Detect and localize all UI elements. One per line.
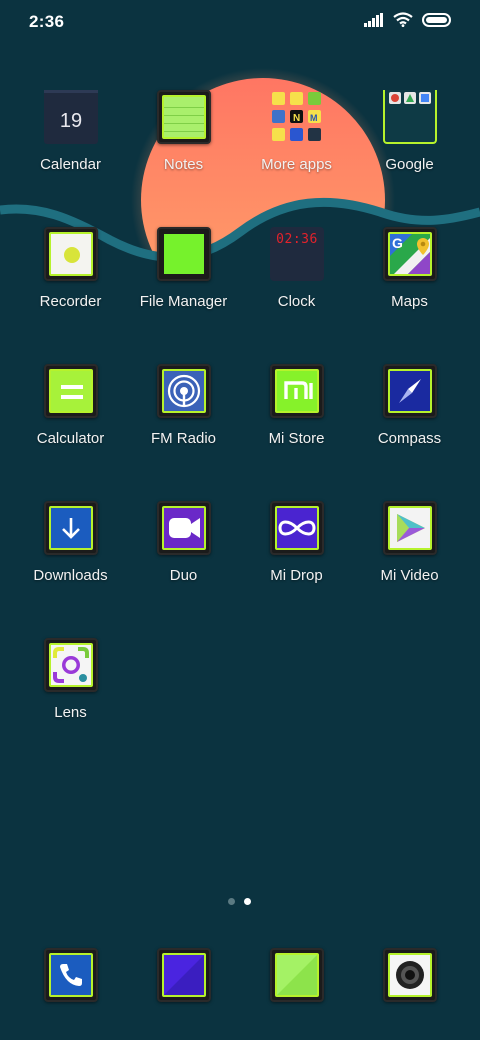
- recorder-icon: [44, 227, 98, 281]
- app-duo[interactable]: Duo: [127, 491, 240, 611]
- app-label: Mi Store: [268, 430, 325, 447]
- app-compass[interactable]: Compass: [353, 354, 466, 474]
- calculator-icon: [44, 364, 98, 418]
- app-label: Recorder: [39, 293, 102, 310]
- app-label: Clock: [277, 293, 316, 310]
- app-file-manager[interactable]: File Manager: [127, 217, 240, 337]
- signal-icon: [364, 12, 383, 27]
- app-label: FM Radio: [150, 430, 217, 447]
- calendar-date: 19: [59, 110, 83, 132]
- status-time: 2:36: [29, 12, 65, 31]
- app-lens[interactable]: Lens: [14, 628, 127, 748]
- app-label: Maps: [391, 293, 428, 310]
- folder-icon: N M: [270, 90, 324, 144]
- app-downloads[interactable]: Downloads: [14, 491, 127, 611]
- app-label: Lens: [54, 704, 87, 721]
- wifi-icon: [393, 12, 413, 27]
- app-label: Google: [385, 156, 434, 173]
- app-maps[interactable]: G Maps: [353, 217, 466, 337]
- radio-icon: [157, 364, 211, 418]
- dock-messages[interactable]: [127, 938, 240, 1008]
- video-call-icon: [157, 501, 211, 555]
- page-indicator[interactable]: [0, 898, 480, 906]
- messages-icon: [157, 948, 211, 1002]
- app-mi-store[interactable]: Mi Store: [240, 354, 353, 474]
- compass-icon: [383, 364, 437, 418]
- app-label: Mi Video: [380, 567, 439, 584]
- page-dot-2[interactable]: [244, 898, 251, 905]
- svg-text:M: M: [310, 113, 318, 123]
- page-dot-1[interactable]: [228, 898, 235, 905]
- app-notes[interactable]: Notes: [127, 80, 240, 200]
- dock-phone[interactable]: [14, 938, 127, 1008]
- svg-text:N: N: [293, 113, 300, 124]
- clock-display: 02:36: [276, 232, 318, 247]
- app-label: Notes: [163, 156, 204, 173]
- app-clock[interactable]: 02:36 Clock: [240, 217, 353, 337]
- app-fm-radio[interactable]: FM Radio: [127, 354, 240, 474]
- app-recorder[interactable]: Recorder: [14, 217, 127, 337]
- clock-icon: 02:36: [270, 227, 324, 281]
- svg-text:G: G: [392, 235, 403, 251]
- status-bar: 2:36: [0, 0, 480, 44]
- app-label: Mi Drop: [270, 567, 323, 584]
- lens-icon: [44, 638, 98, 692]
- app-mi-drop[interactable]: Mi Drop: [240, 491, 353, 611]
- app-folder-google[interactable]: Google: [353, 80, 466, 200]
- camera-icon: [383, 948, 437, 1002]
- app-mi-video[interactable]: Mi Video: [353, 491, 466, 611]
- app-calendar[interactable]: 19 Calendar: [14, 80, 127, 200]
- download-icon: [44, 501, 98, 555]
- dock-browser[interactable]: [240, 938, 353, 1008]
- app-label: Calculator: [36, 430, 105, 447]
- app-label: More apps: [261, 156, 332, 173]
- status-icons: [364, 12, 452, 27]
- calendar-icon: 19: [44, 90, 98, 144]
- mi-store-icon: [270, 364, 324, 418]
- app-label: File Manager: [139, 293, 228, 310]
- battery-icon: [422, 12, 451, 27]
- play-icon: [383, 501, 437, 555]
- app-label: Calendar: [40, 156, 101, 173]
- dock-camera[interactable]: [353, 938, 466, 1008]
- google-folder-icon: [383, 90, 437, 144]
- app-label: Compass: [377, 430, 442, 447]
- notes-icon: [157, 90, 211, 144]
- file-manager-icon: [157, 227, 211, 281]
- app-folder-more-apps[interactable]: N M More apps: [240, 80, 353, 200]
- browser-icon: [270, 948, 324, 1002]
- mi-drop-icon: [270, 501, 324, 555]
- maps-icon: G: [383, 227, 437, 281]
- dock: [0, 940, 480, 1010]
- app-calculator[interactable]: Calculator: [14, 354, 127, 474]
- app-label: Downloads: [33, 567, 108, 584]
- app-label: Duo: [169, 567, 198, 584]
- phone-icon: [44, 948, 98, 1002]
